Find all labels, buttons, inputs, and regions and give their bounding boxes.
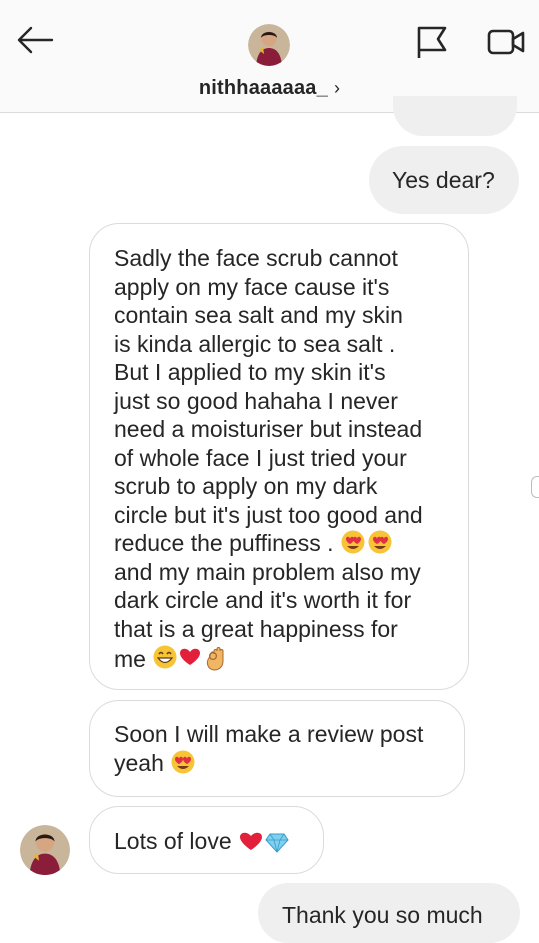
header-avatar[interactable] xyxy=(248,24,290,66)
back-arrow-icon[interactable] xyxy=(14,24,56,56)
received-message-bubble[interactable]: Sadly the face scrub cannot apply on my … xyxy=(89,223,469,690)
sent-message-bubble-partial[interactable] xyxy=(393,96,517,136)
ok-hand-icon xyxy=(207,647,224,671)
sender-avatar[interactable] xyxy=(20,825,70,875)
username-text: nithhaaaaaa_ xyxy=(198,77,328,99)
heart-icon xyxy=(240,832,263,850)
flag-icon[interactable] xyxy=(414,24,450,60)
message-text: Thank you so much xyxy=(282,902,483,928)
emoji-group-icon xyxy=(153,645,224,671)
message-line: Soon I will make a review post xyxy=(114,721,424,747)
gem-icon xyxy=(265,833,289,853)
message-line-with-emoji: me xyxy=(114,643,458,674)
message-line: of whole face I just tried your xyxy=(114,444,407,471)
video-camera-icon[interactable] xyxy=(486,26,526,58)
message-line: contain sea salt and my skin xyxy=(114,302,403,328)
heart-eyes-emoji-icon xyxy=(171,750,195,773)
message-line: and my main problem also my xyxy=(114,558,421,585)
message-line: just so good hahaha I never xyxy=(114,387,398,414)
message-line: yeah xyxy=(114,749,164,776)
scroll-handle[interactable] xyxy=(531,476,539,498)
received-message-bubble[interactable]: Soon I will make a review post yeah xyxy=(89,700,465,797)
sent-message-bubble[interactable]: Yes dear? xyxy=(369,146,519,214)
message-line-with-emoji: reduce the puffiness . xyxy=(114,529,458,558)
emoji-group-icon xyxy=(240,832,289,853)
heart-eyes-emoji-icon xyxy=(341,530,392,554)
message-line: scrub to apply on my dark xyxy=(114,473,378,499)
message-line: need a moisturiser but instead xyxy=(114,416,423,442)
message-line: But I applied to my skin it's xyxy=(114,359,386,385)
message-line: Sadly the face scrub cannot xyxy=(114,245,398,271)
chevron-right-icon: › xyxy=(333,78,341,98)
message-line: dark circle and it's worth it for xyxy=(114,587,412,613)
heart-icon xyxy=(180,648,201,665)
message-line: that is a great happiness for xyxy=(114,615,398,642)
received-message-bubble[interactable]: Lots of love xyxy=(89,806,324,874)
message-line: me xyxy=(114,646,146,672)
message-line: reduce the puffiness . xyxy=(114,530,334,556)
message-line-with-emoji: yeah xyxy=(114,749,454,778)
message-text: Lots of love xyxy=(114,828,232,854)
message-text: Yes dear? xyxy=(392,167,495,193)
message-line: apply on my face cause it's xyxy=(114,273,390,300)
grinning-face-emoji-icon xyxy=(153,645,177,669)
message-line: is kinda allergic to sea salt . xyxy=(114,330,396,357)
sent-message-bubble-partial[interactable]: Thank you so much xyxy=(258,883,520,943)
message-line: circle but it's just too good and xyxy=(114,501,423,528)
